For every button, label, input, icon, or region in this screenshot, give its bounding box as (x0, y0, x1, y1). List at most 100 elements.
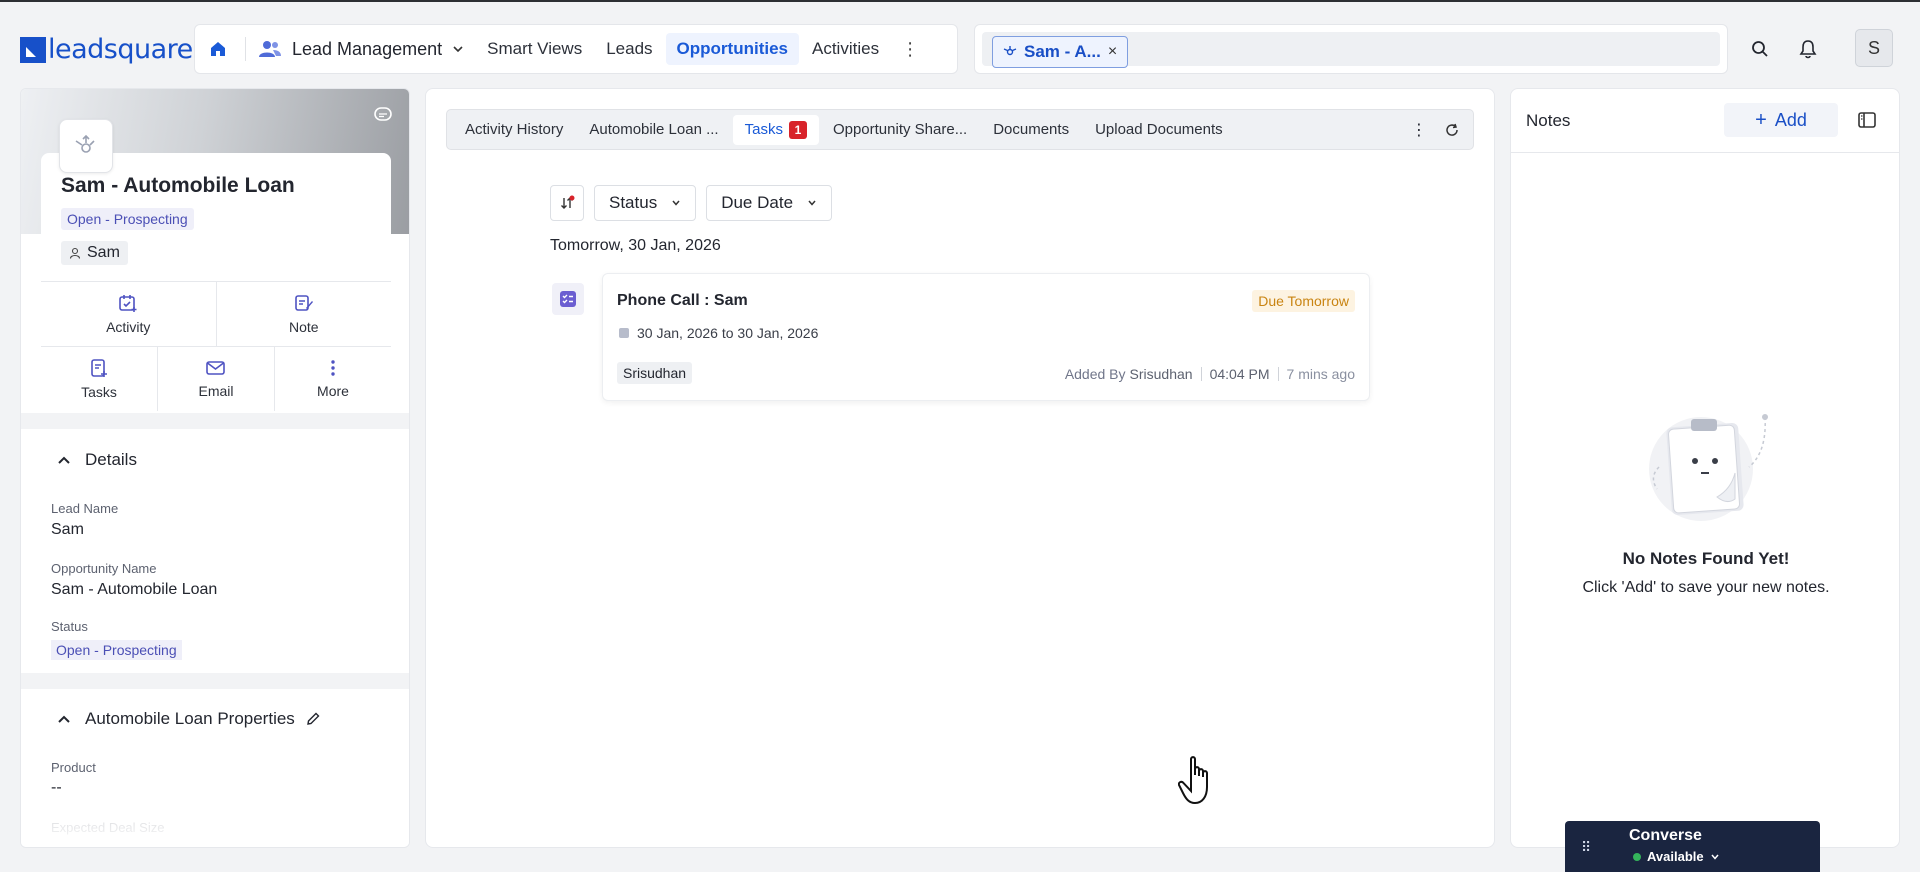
opportunity-name-label: Opportunity Name (51, 561, 157, 576)
notes-panel: Notes + Add No Notes Found Yet! Click 'A… (1510, 88, 1900, 848)
home-button[interactable] (203, 34, 233, 64)
nav-activities[interactable]: Activities (801, 33, 890, 65)
more-action-label: More (317, 383, 349, 399)
email-action-button[interactable]: Email (158, 347, 275, 411)
owner-chip[interactable]: Sam (61, 241, 128, 265)
status-filter-dropdown[interactable]: Status (594, 185, 697, 221)
notes-header: Notes + Add (1511, 89, 1899, 153)
tab-tasks[interactable]: Tasks 1 (732, 114, 819, 145)
status-dot (1633, 852, 1641, 861)
add-note-label: Add (1774, 109, 1807, 130)
note-edit-icon (294, 295, 313, 311)
added-by-name: Srisudhan (1129, 366, 1193, 382)
chat-button[interactable] (373, 105, 393, 129)
details-heading: Details (85, 450, 137, 469)
nav-opportunities[interactable]: Opportunities (665, 33, 799, 65)
nav-divider (245, 37, 246, 61)
properties-header[interactable]: Automobile Loan Properties (57, 709, 321, 729)
sort-icon (561, 195, 575, 209)
product-value: -- (51, 779, 62, 796)
task-time: 04:04 PM (1209, 366, 1270, 382)
details-header[interactable]: Details (57, 450, 137, 470)
task-owner-chip: Srisudhan (617, 362, 693, 384)
hand-cursor-icon (1178, 756, 1208, 805)
sidebar-toggle-icon[interactable] (1857, 111, 1877, 129)
app-switcher[interactable]: Lead Management (258, 39, 474, 60)
section-spacer (21, 673, 409, 689)
search-button[interactable] (1745, 34, 1775, 64)
tab-automobile-loan[interactable]: Automobile Loan ... (577, 115, 730, 144)
notes-title: Notes (1526, 111, 1571, 130)
chevron-up-icon (58, 715, 70, 723)
chevron-down-icon (1711, 854, 1719, 860)
tasks-count-badge: 1 (788, 120, 807, 139)
global-search-bar[interactable]: Sam - A... × (974, 24, 1728, 74)
refresh-icon[interactable] (1445, 123, 1459, 137)
empty-notes-title: No Notes Found Yet! (1622, 549, 1790, 568)
tab-activity-history[interactable]: Activity History (453, 115, 575, 144)
lead-name-value: Sam (51, 521, 84, 538)
tab-upload-documents[interactable]: Upload Documents (1083, 115, 1235, 144)
due-date-filter-dropdown[interactable]: Due Date (706, 185, 833, 221)
main-nav: Lead Management Smart Views Leads Opport… (194, 24, 958, 74)
section-spacer (21, 413, 409, 429)
tab-documents[interactable]: Documents (981, 115, 1081, 144)
product-label: Product (51, 760, 96, 775)
task-card[interactable]: Phone Call : Sam Due Tomorrow 30 Jan, 20… (602, 273, 1370, 401)
chat-icon (374, 107, 392, 121)
converse-widget[interactable]: ⠿ Converse Available (1565, 821, 1820, 872)
user-avatar[interactable]: S (1855, 29, 1893, 67)
task-list-icon (560, 291, 576, 307)
top-bar: leadsquared Lead Management Smart Views … (0, 0, 1920, 88)
plus-icon: + (1755, 108, 1767, 131)
scroll-fade (21, 811, 409, 847)
opportunity-icon (1003, 46, 1017, 56)
task-add-icon (91, 359, 107, 377)
note-action-button[interactable]: Note (217, 282, 392, 346)
empty-notes-illustration (1649, 414, 1768, 521)
meta-divider (1200, 367, 1202, 381)
tab-opportunity-share[interactable]: Opportunity Share... (821, 115, 979, 144)
add-note-button[interactable]: + Add (1724, 103, 1838, 137)
more-action-button[interactable]: More (275, 347, 391, 411)
task-date-heading: Tomorrow, 30 Jan, 2026 (550, 237, 721, 254)
meta-divider (1277, 367, 1279, 381)
calendar-icon (619, 328, 629, 338)
task-date-range: 30 Jan, 2026 to 30 Jan, 2026 (619, 325, 818, 341)
tabs-more-icon[interactable]: ⋮ (1411, 120, 1427, 140)
opportunity-tab-chip[interactable]: Sam - A... × (992, 36, 1129, 68)
user-icon (69, 247, 81, 259)
tasks-panel: Activity History Automobile Loan ... Tas… (425, 88, 1495, 848)
pencil-icon (306, 712, 320, 725)
due-date-filter-label: Due Date (721, 193, 794, 212)
task-date-range-text: 30 Jan, 2026 to 30 Jan, 2026 (637, 325, 819, 341)
chevron-down-icon (808, 200, 816, 206)
logo-text: leadsquared (48, 34, 210, 65)
nav-more-icon[interactable]: ⋮ (898, 39, 922, 60)
chevron-up-icon (58, 456, 70, 464)
sort-button[interactable] (550, 185, 584, 221)
search-field[interactable]: Sam - A... × (982, 32, 1720, 68)
owner-name: Sam (87, 244, 120, 261)
converse-status[interactable]: Available (1633, 849, 1720, 864)
tasks-action-button[interactable]: Tasks (41, 347, 158, 411)
logo-mark-icon (20, 36, 46, 63)
quick-actions: Activity Note Tasks Email More (41, 281, 391, 411)
close-icon[interactable]: × (1108, 43, 1117, 61)
nav-smart-views[interactable]: Smart Views (476, 33, 593, 65)
nav-leads[interactable]: Leads (595, 33, 663, 65)
leadsquared-logo[interactable]: leadsquared (20, 34, 210, 65)
task-filters: Status Due Date (550, 185, 833, 221)
users-icon (259, 41, 281, 57)
tasks-action-label: Tasks (81, 384, 117, 400)
drag-handle-icon[interactable]: ⠿ (1581, 839, 1591, 856)
notifications-button[interactable] (1793, 34, 1823, 64)
opportunity-summary-panel: Sam - Automobile Loan Open - Prospecting… (20, 88, 410, 848)
email-action-label: Email (198, 383, 234, 399)
task-title[interactable]: Phone Call : Sam (617, 292, 748, 310)
activity-action-label: Activity (106, 319, 151, 335)
opportunity-name-value: Sam - Automobile Loan (51, 581, 218, 598)
task-relative-time: 7 mins ago (1286, 366, 1355, 382)
activity-action-button[interactable]: Activity (41, 282, 217, 346)
opportunity-icon (75, 134, 95, 153)
